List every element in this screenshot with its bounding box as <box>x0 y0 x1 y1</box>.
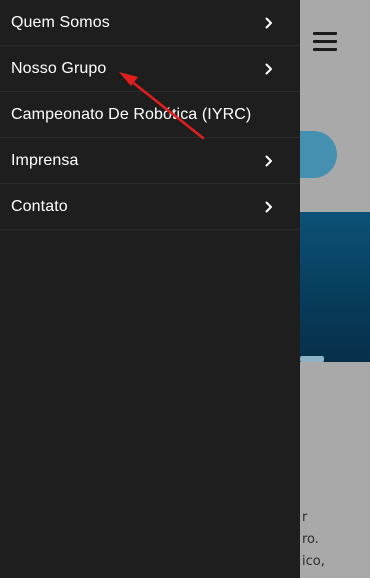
menu-item-label: Imprensa <box>11 151 79 169</box>
chevron-right-icon[interactable] <box>263 16 275 30</box>
menu-item-contato[interactable]: Contato <box>0 184 300 230</box>
menu-item-imprensa[interactable]: Imprensa <box>0 138 300 184</box>
menu-item-nosso-grupo[interactable]: Nosso Grupo <box>0 46 300 92</box>
background-hero-banner <box>300 212 370 362</box>
background-text-line: ico, <box>302 554 325 569</box>
background-text-line: ro. <box>302 532 319 547</box>
menu-item-label: Nosso Grupo <box>11 59 107 77</box>
navigation-drawer: Quem Somos Nosso Grupo Campeonato De Rob… <box>0 0 300 578</box>
chevron-right-icon[interactable] <box>263 62 275 76</box>
background-text-line: r <box>302 510 308 525</box>
chevron-right-icon[interactable] <box>263 200 275 214</box>
menu-item-label: Contato <box>11 197 68 215</box>
menu-item-quem-somos[interactable]: Quem Somos <box>0 0 300 46</box>
menu-item-label: Quem Somos <box>11 13 110 31</box>
menu-item-label: Campeonato De Robótica (IYRC) <box>11 105 252 123</box>
background-hero-indicator <box>300 356 324 362</box>
hamburger-icon[interactable] <box>313 32 337 52</box>
menu-item-campeonato-robotica[interactable]: Campeonato De Robótica (IYRC) <box>0 92 300 138</box>
chevron-right-icon[interactable] <box>263 154 275 168</box>
background-text: r ro. ico, <box>302 507 370 573</box>
